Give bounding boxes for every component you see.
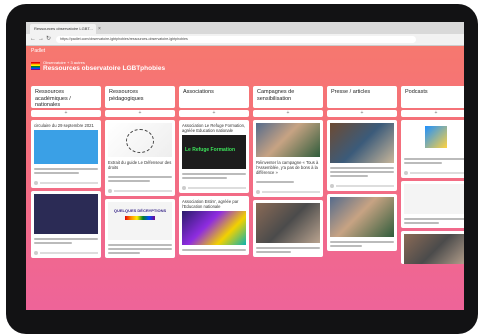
column-podcasts: Podcasts + [401, 86, 464, 264]
post-caption: Extrait du guide Le Défenseur des droits [108, 160, 172, 170]
post-image [256, 203, 320, 243]
post-image [34, 194, 98, 234]
post-image [330, 197, 394, 237]
avatar [256, 190, 260, 194]
post-card[interactable]: Association Le Refuge Formation, agréée … [179, 120, 249, 193]
add-post-button[interactable]: + [105, 110, 175, 117]
pride-flag-icon [31, 62, 40, 70]
column-header: Campagnes de sensibilisation [253, 86, 323, 108]
laptop-frame: Ressources observatoire LGBT... × ← → ↻ … [6, 4, 478, 334]
post-text: Association Le Refuge Formation, agréée … [182, 123, 246, 133]
column-header: Ressources pédagogiques [105, 86, 175, 108]
post-card[interactable] [401, 181, 464, 228]
post-card[interactable]: circulaire du 29 septembre 2021 [31, 120, 101, 188]
add-post-button[interactable]: + [253, 110, 323, 117]
image-title: Le Refuge Formation [185, 147, 236, 153]
column-ressources-academiques: Ressources académiques / nationales + ci… [31, 86, 101, 258]
post-image: Le Refuge Formation [182, 135, 246, 169]
avatar [34, 181, 38, 185]
forward-arrow-icon[interactable]: → [38, 34, 44, 45]
board-title: Ressources observatoire LGBTphobies [43, 65, 166, 72]
column-associations: Associations + Association Le Refuge For… [179, 86, 249, 255]
reload-icon[interactable]: ↻ [46, 34, 51, 45]
post-card[interactable] [401, 120, 464, 178]
post-text: Association Estim', agréée par l'Educati… [182, 199, 239, 209]
post-image [34, 130, 98, 164]
add-post-button[interactable]: + [179, 110, 249, 117]
avatar [182, 186, 186, 190]
post-text: Réinventer la campagne « Tous à l'Assemb… [256, 160, 319, 175]
back-arrow-icon[interactable]: ← [30, 34, 36, 45]
browser-screen: Ressources observatoire LGBT... × ← → ↻ … [26, 22, 464, 310]
url-field[interactable]: https://padlet.com/observatoire-lgbtphob… [56, 36, 416, 43]
rainbow-stripe [125, 216, 155, 220]
post-card[interactable]: Réinventer la campagne « Tous à l'Assemb… [253, 120, 323, 197]
avatar [108, 189, 112, 193]
add-post-button[interactable]: + [31, 110, 101, 117]
post-card[interactable]: Extrait du guide Le Défenseur des droits [105, 120, 175, 196]
post-image [182, 211, 246, 245]
podcast-cover-image [425, 126, 447, 148]
tab-bar: Ressources observatoire LGBT... × [26, 22, 464, 34]
post-card[interactable] [253, 200, 323, 257]
column-header: Ressources académiques / nationales [31, 86, 101, 108]
address-bar: ← → ↻ https://padlet.com/observatoire-lg… [26, 34, 464, 46]
column-header: Associations [179, 86, 249, 108]
add-post-button[interactable]: + [327, 110, 397, 117]
column-presse-articles: Presse / articles + [327, 86, 397, 251]
avatar [34, 251, 38, 255]
post-text: circulaire du 29 septembre 2021 [34, 123, 94, 128]
post-card[interactable] [327, 194, 397, 251]
post-image [256, 123, 320, 157]
close-tab-icon[interactable]: × [98, 24, 101, 34]
post-image [330, 123, 394, 163]
browser-tab[interactable]: Ressources observatoire LGBT... [30, 24, 96, 34]
column-ressources-pedagogiques: Ressources pédagogiques + Extrait du gui… [105, 86, 175, 258]
post-card[interactable]: Association Estim', agréée par l'Educati… [179, 196, 249, 255]
post-image [108, 123, 172, 157]
post-card[interactable] [31, 191, 101, 258]
post-card[interactable] [327, 120, 397, 191]
book-cover-title: QUELQUES DÉCRYPTIONS [113, 208, 167, 213]
column-header: Presse / articles [327, 86, 397, 108]
post-image [404, 184, 464, 214]
avatar [404, 171, 408, 175]
add-post-button[interactable]: + [401, 110, 464, 117]
column-header: Podcasts [401, 86, 464, 108]
post-card[interactable]: QUELQUES DÉCRYPTIONS [105, 199, 175, 258]
post-image: QUELQUES DÉCRYPTIONS [108, 202, 172, 240]
post-image [404, 234, 464, 264]
column-campagnes: Campagnes de sensibilisation + Réinvente… [253, 86, 323, 257]
avatar [330, 184, 334, 188]
brand-logo[interactable]: Padlet [31, 48, 45, 54]
post-card[interactable] [401, 231, 464, 264]
